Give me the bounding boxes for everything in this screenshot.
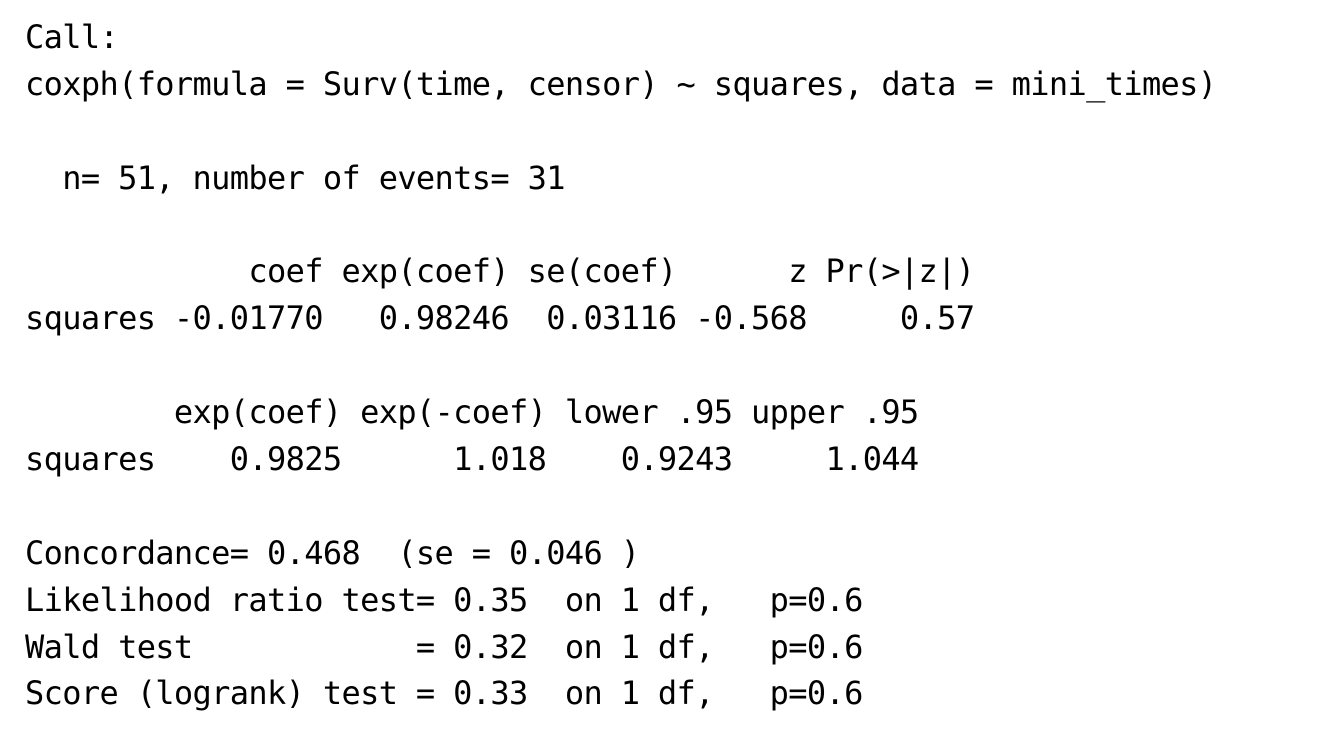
- score-test-line: Score (logrank) test = 0.33 on 1 df, p=0…: [25, 674, 863, 713]
- coef-table-header: coef exp(coef) se(coef) z Pr(>|z|): [25, 252, 975, 291]
- ci-table-row: squares 0.9825 1.018 0.9243 1.044: [25, 440, 919, 479]
- coef-table-row: squares -0.01770 0.98246 0.03116 -0.568 …: [25, 299, 975, 338]
- ci-table-header: exp(coef) exp(-coef) lower .95 upper .95: [25, 393, 919, 432]
- likelihood-ratio-test-line: Likelihood ratio test= 0.35 on 1 df, p=0…: [25, 580, 863, 619]
- wald-test-line: Wald test = 0.32 on 1 df, p=0.6: [25, 627, 863, 666]
- call-header: Call:: [25, 18, 119, 56]
- r-console-output: Call: coxph(formula = Surv(time, censor)…: [25, 14, 1305, 717]
- summary-counts: n= 51, number of events= 31: [25, 158, 565, 197]
- call-formula: coxph(formula = Surv(time, censor) ~ squ…: [25, 64, 1217, 103]
- concordance-line: Concordance= 0.468 (se = 0.046 ): [25, 533, 640, 572]
